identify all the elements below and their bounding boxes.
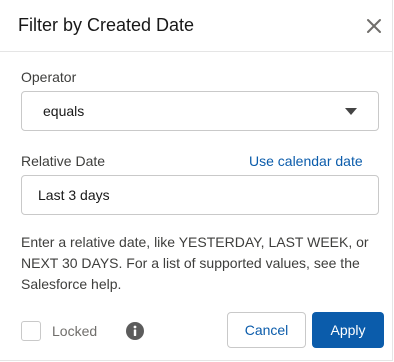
dialog-header: Filter by Created Date (0, 0, 393, 52)
apply-button[interactable]: Apply (312, 312, 384, 348)
filter-dialog: Filter by Created Date Operator equals R… (0, 0, 393, 361)
locked-label: Locked (52, 323, 98, 339)
locked-checkbox[interactable] (21, 321, 41, 341)
chevron-down-icon (345, 108, 357, 115)
relative-date-value: Last 3 days (38, 187, 110, 203)
help-text: Enter a relative date, like YESTERDAY, L… (21, 234, 369, 292)
use-calendar-date-link[interactable]: Use calendar date (249, 153, 363, 169)
relative-date-input[interactable]: Last 3 days (21, 175, 379, 215)
operator-label: Operator (21, 69, 77, 85)
dialog-title: Filter by Created Date (18, 15, 195, 35)
close-icon (367, 19, 381, 33)
cancel-button[interactable]: Cancel (227, 312, 306, 348)
close-button[interactable] (362, 14, 386, 38)
relative-date-label: Relative Date (21, 153, 106, 169)
operator-select[interactable]: equals (21, 91, 379, 131)
operator-selected-value: equals (43, 103, 85, 119)
info-icon[interactable] (126, 322, 144, 340)
